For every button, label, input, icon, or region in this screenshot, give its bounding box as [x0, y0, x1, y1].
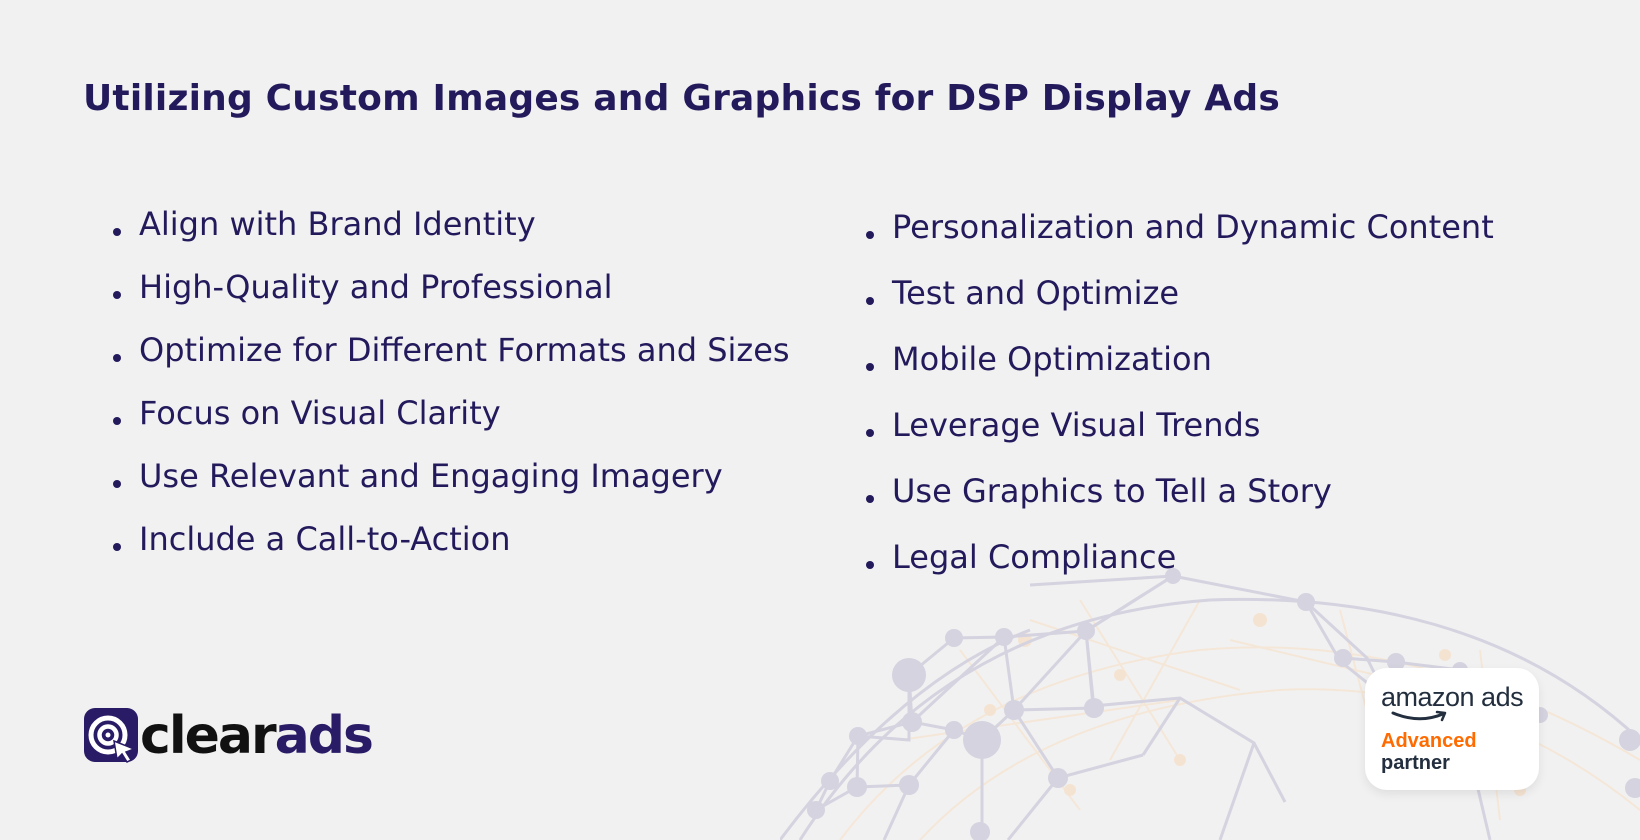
list-item-text: Mobile Optimization [892, 340, 1212, 378]
list-item-text: Optimize for Different Formats and Sizes [139, 331, 790, 369]
badge-brand: amazon ads [1381, 682, 1524, 712]
list-item: Leverage Visual Trends [836, 400, 1494, 466]
list-item: Optimize for Different Formats and Sizes [83, 326, 790, 389]
clearads-logo: clearads [84, 706, 374, 766]
list-item-text: Legal Compliance [892, 538, 1177, 576]
target-cursor-icon [84, 708, 138, 763]
logo-text-ads: ads [274, 706, 374, 766]
badge-type: partner [1381, 752, 1450, 774]
list-item: Use Graphics to Tell a Story [836, 466, 1494, 532]
bullet-icon [113, 290, 121, 299]
list-item: Focus on Visual Clarity [83, 389, 790, 452]
bullet-icon [866, 231, 874, 239]
bullet-icon [866, 495, 874, 503]
list-item: Legal Compliance [836, 532, 1494, 598]
list-item-text: Leverage Visual Trends [892, 406, 1261, 444]
best-practices-list-right: Personalization and Dynamic Content Test… [836, 202, 1494, 598]
bullet-icon [113, 479, 121, 488]
logo-wordmark: clearads [140, 706, 374, 766]
list-item-text: Use Relevant and Engaging Imagery [139, 457, 723, 495]
badge-level: Advanced [1381, 730, 1477, 752]
list-item: Personalization and Dynamic Content [836, 202, 1494, 268]
list-item: Align with Brand Identity [83, 200, 790, 263]
list-item: Test and Optimize [836, 268, 1494, 334]
list-item: Include a Call-to-Action [83, 515, 790, 578]
list-item-text: Use Graphics to Tell a Story [892, 472, 1332, 510]
list-item-text: High-Quality and Professional [139, 268, 613, 306]
list-item: Mobile Optimization [836, 334, 1494, 400]
list-item-text: Include a Call-to-Action [139, 520, 511, 558]
logo-text-clear: clear [140, 706, 277, 766]
bullet-icon [866, 297, 874, 305]
list-item-text: Align with Brand Identity [139, 205, 536, 243]
list-item-text: Personalization and Dynamic Content [892, 208, 1494, 246]
amazon-smile-icon [1391, 710, 1447, 722]
list-item: High-Quality and Professional [83, 263, 790, 326]
bullet-icon [866, 363, 874, 371]
amazon-ads-partner-badge: amazon ads Advanced partner [1365, 668, 1539, 790]
list-item-text: Focus on Visual Clarity [139, 394, 501, 432]
bullet-icon [113, 542, 121, 551]
page-title: Utilizing Custom Images and Graphics for… [83, 78, 1280, 119]
bullet-icon [113, 416, 121, 425]
bullet-icon [866, 561, 874, 569]
bullet-icon [113, 227, 121, 236]
list-item-text: Test and Optimize [892, 274, 1180, 312]
bullet-icon [866, 429, 874, 437]
bullet-icon [113, 353, 121, 362]
best-practices-list-left: Align with Brand Identity High-Quality a… [83, 200, 790, 578]
list-item: Use Relevant and Engaging Imagery [83, 452, 790, 515]
